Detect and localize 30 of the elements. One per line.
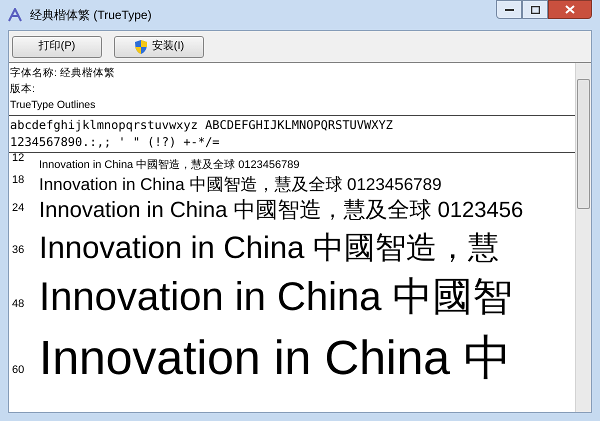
close-button[interactable] xyxy=(548,0,592,19)
close-icon xyxy=(565,5,575,14)
scroll-thumb[interactable] xyxy=(577,79,590,209)
size-label: 24 xyxy=(12,202,24,214)
character-set-line: 1234567890.:,; ' " (!?) +-*/= xyxy=(10,134,220,151)
minimize-button[interactable] xyxy=(496,0,522,19)
print-button[interactable]: 打印(P) xyxy=(12,36,102,58)
sample-text: Innovation in China 中 xyxy=(39,335,512,383)
size-label: 60 xyxy=(12,364,24,376)
maximize-button[interactable] xyxy=(522,0,548,19)
sample-text: Innovation in China 中國智 xyxy=(39,277,513,317)
install-button[interactable]: 安装(I) xyxy=(114,36,204,58)
size-label: 18 xyxy=(12,174,24,186)
sample-text: Innovation in China 中國智造，慧及全球 0123456789 xyxy=(39,160,300,171)
sample-text: Innovation in China 中國智造，慧及全球 0123456789 xyxy=(39,176,442,193)
scrollbar[interactable] xyxy=(575,63,591,412)
window-title: 经典楷体繁 (TrueType) xyxy=(30,7,152,24)
shield-icon xyxy=(134,38,148,54)
maximize-icon xyxy=(530,6,540,14)
font-info-line: 版本: xyxy=(10,82,35,97)
sample-text: Innovation in China 中國智造，慧及全球 0123456 xyxy=(39,199,524,221)
sample-text: Innovation in China 中國智造，慧 xyxy=(39,232,500,263)
minimize-icon xyxy=(504,8,514,12)
character-set-line: abcdefghijklmnopqrstuvwxyz ABCDEFGHIJKLMNOPQRSTUVWXYZ xyxy=(10,117,393,134)
font-app-icon xyxy=(8,8,22,22)
size-label: 36 xyxy=(12,244,24,256)
font-info-line: 字体名称: 经典楷体繁 xyxy=(10,66,115,81)
font-info-line: TrueType Outlines xyxy=(10,98,96,113)
size-label: 48 xyxy=(12,298,24,310)
size-label: 12 xyxy=(12,152,24,164)
